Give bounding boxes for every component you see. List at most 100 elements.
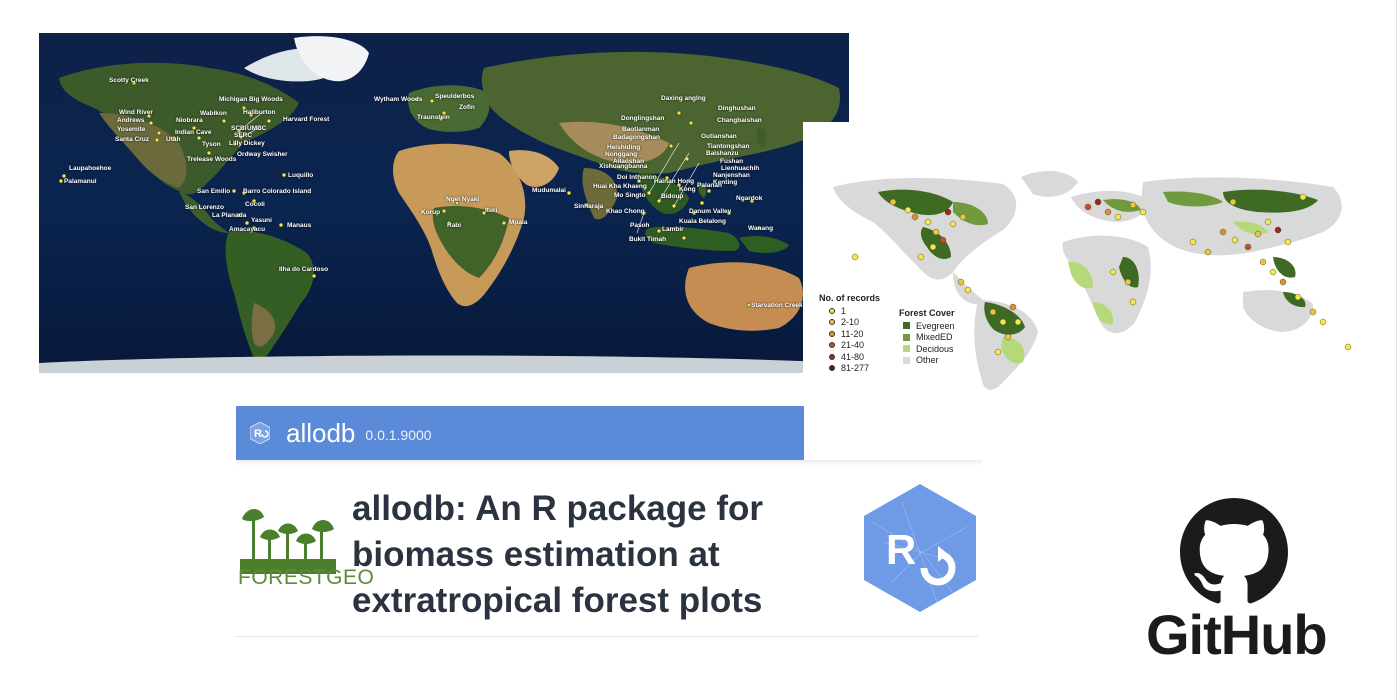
site-label: Michigan Big Woods [219, 96, 283, 103]
svg-text:R: R [886, 526, 916, 573]
legend-label: Other [916, 355, 939, 366]
site-label: Dinghushan [718, 105, 756, 112]
site-label: Fushan [720, 158, 744, 165]
site-label: Barro Colorado Island [243, 188, 312, 195]
site-label: Palamanui [64, 178, 97, 185]
site-label: Kuala Belalong [679, 218, 726, 225]
site-label: Indian Cave [175, 129, 212, 136]
records-legend: No. of records 1 2-10 11-20 21-40 41-80 [819, 293, 880, 374]
site-label: Xishuangbanna [599, 163, 648, 170]
r-package-logo-icon[interactable]: R [250, 422, 270, 444]
site-label: Wabikon [200, 110, 227, 117]
site-label: Haliburton [243, 109, 276, 116]
legend-label: 11-20 [841, 328, 864, 339]
legend-swatch [829, 342, 835, 349]
site-label: Danum Valley [689, 208, 732, 215]
legend-item: 11-20 [819, 328, 880, 340]
legend-swatch [903, 345, 910, 353]
legend-swatch [829, 330, 835, 337]
page-title: allodb: An R package for biomass estimat… [352, 489, 763, 620]
site-label: Hainan Hong [654, 178, 695, 185]
legend-label: Evegreen [916, 320, 955, 331]
site-label: Niobrara [176, 117, 203, 124]
site-label: Yosemite [117, 126, 146, 133]
site-label: Ngardok [736, 195, 763, 202]
site-label: Rabi [447, 222, 462, 229]
site-label: Wytham Woods [374, 96, 423, 103]
legend-item: Other [899, 355, 955, 367]
site-label: San Lorenzo [185, 204, 225, 211]
forest-cover-legend: Forest Cover Evegreen MixedED Decidous O… [899, 308, 955, 366]
legend-item: Evegreen [899, 320, 955, 332]
site-label: Tyson [202, 141, 221, 148]
site-label: Kong [679, 186, 696, 193]
site-label: Speulderbos [435, 93, 475, 100]
slide-edge [1396, 0, 1397, 700]
site-label: Wanang [748, 225, 774, 232]
site-label: Mudumalai [532, 187, 566, 194]
site-label: San Emilio [197, 188, 231, 195]
satellite-world-map: Scotty Creek Wind River Andrews Yosemite… [39, 33, 849, 373]
legend-swatch [903, 356, 910, 364]
legend-item: Decidous [899, 343, 955, 355]
site-label: Lambir [662, 226, 684, 233]
site-label: Tiantongshan [707, 143, 750, 150]
site-label: Palanan [697, 182, 722, 189]
site-label: Mo Singto [614, 192, 646, 199]
site-label: Mpala [509, 219, 528, 226]
legend-label: Decidous [916, 343, 954, 354]
site-label: Harvard Forest [283, 116, 330, 123]
site-label: Donglingshan [621, 115, 665, 122]
legend-label: MixedED [916, 332, 953, 343]
satellite-map-graphic [39, 33, 849, 373]
site-label: Manaus [287, 222, 312, 229]
site-label: Lienhuachih [721, 165, 760, 172]
site-label: UMBC [247, 125, 267, 132]
legend-swatch [829, 353, 835, 360]
legend-swatch [829, 307, 835, 314]
version-badge: 0.0.1.9000 [365, 427, 432, 443]
site-label: Heishiding [607, 144, 641, 151]
forestgeo-wordmark: FORESTGEO [238, 566, 375, 589]
site-label: La Planada [212, 212, 247, 219]
site-label: Badagongshan [613, 134, 660, 141]
site-label: Baishanzu [706, 150, 739, 157]
legend-label: 2-10 [841, 317, 860, 328]
legend-label: 1 [841, 305, 847, 316]
site-label: Yasuni [251, 217, 272, 224]
navbar-shadow [236, 460, 982, 466]
site-label: Andrews [117, 117, 145, 124]
site-label: Cocoli [245, 201, 265, 208]
r-hex-sticker-icon: R [864, 484, 976, 612]
legend-swatch [903, 322, 910, 330]
legend-item: 21-40 [819, 340, 880, 352]
site-label: Starvation Creek [751, 302, 803, 309]
site-label: Ordway Swisher [237, 151, 288, 158]
legend-item: 81-277 [819, 363, 880, 375]
site-label: Bidoup [661, 193, 684, 200]
site-label: Changbaishan [717, 117, 762, 124]
site-label: Scotty Creek [109, 77, 149, 84]
site-label: Pasoh [630, 222, 650, 229]
site-label: Traunstein [417, 114, 450, 121]
site-label: SERC [234, 132, 253, 139]
site-label: Bukit Timah [629, 236, 667, 243]
github-wordmark[interactable]: GitHub [1146, 602, 1330, 667]
legend-item: 1 [819, 305, 880, 317]
site-label: Baotianman [622, 126, 660, 133]
site-label: Korup [421, 209, 441, 216]
navbar-brand[interactable]: allodb [286, 418, 355, 449]
slide-canvas: Scotty Creek Wind River Andrews Yosemite… [0, 0, 1400, 700]
github-octocat-icon[interactable] [1180, 498, 1288, 606]
site-label: Doi Inthanon [617, 174, 657, 181]
legend-label: 81-277 [841, 363, 870, 374]
site-label: Laupahoehoe [69, 165, 112, 172]
site-label: Nanjenshan [713, 172, 750, 179]
site-label: Huai Kha Khaeng [593, 183, 647, 190]
site-label: Santa Cruz [115, 136, 149, 143]
legend-label: 21-40 [841, 340, 865, 351]
legend-item: 2-10 [819, 317, 880, 329]
legend-swatch [903, 333, 910, 341]
forest-cover-legend-title: Forest Cover [899, 308, 955, 318]
site-label: Luquillo [288, 172, 314, 179]
